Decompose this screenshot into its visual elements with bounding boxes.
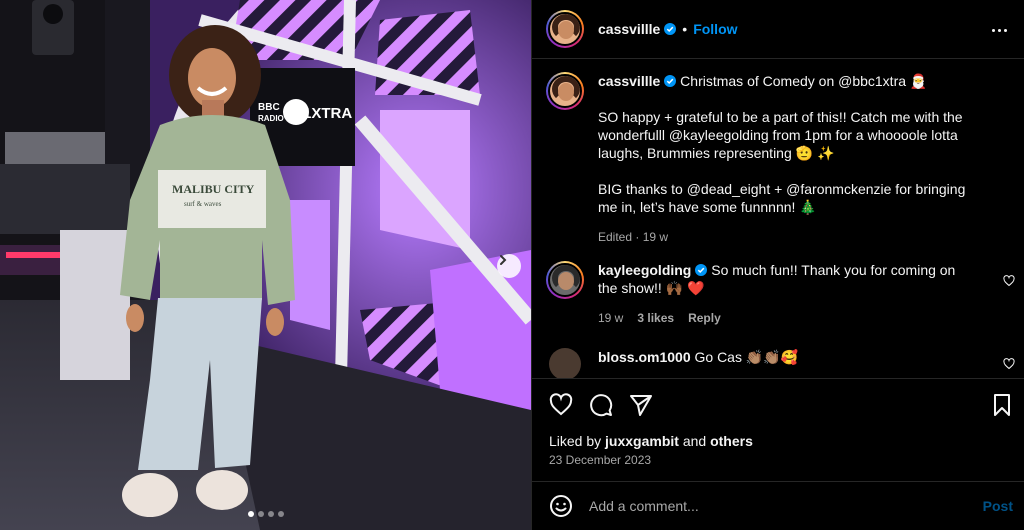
liked-by-others[interactable]: others: [710, 433, 753, 449]
shirt-print-line1: MALIBU CITY: [172, 182, 255, 196]
verified-badge-icon: [664, 23, 677, 35]
follow-button[interactable]: Follow: [693, 21, 737, 37]
post-comment-button[interactable]: Post: [983, 498, 1013, 514]
carousel-indicator: [0, 511, 531, 517]
separator-dot: •: [682, 21, 688, 37]
comment-username[interactable]: kayleegolding: [598, 262, 691, 278]
comment-input[interactable]: [589, 498, 959, 514]
bookmark-icon[interactable]: [990, 393, 1014, 417]
comment-body: Go Cas 👏🏽👏🏽🥰: [694, 349, 799, 365]
comment-like-heart-icon[interactable]: [1003, 275, 1015, 287]
carousel-dot: [267, 511, 274, 517]
post-date: 23 December 2023: [549, 453, 652, 467]
heart-icon[interactable]: [549, 393, 573, 417]
caption-entry: cassvillle Christmas of Comedy on @bbc1x…: [546, 72, 988, 246]
next-image-button[interactable]: [497, 254, 521, 278]
add-comment-bar: Post: [532, 481, 1024, 530]
comment-age: 19 w: [598, 311, 624, 325]
commenter-avatar[interactable]: [546, 261, 584, 299]
liked-by-user[interactable]: juxxgambit: [605, 433, 679, 449]
sign-station: 1XTRA: [303, 105, 352, 122]
more-options-icon[interactable]: [987, 18, 1011, 42]
carousel-dot: [247, 511, 254, 517]
caption-meta: Edited · 19 w: [598, 230, 669, 244]
comment-likes[interactable]: 3 likes: [637, 311, 674, 325]
comment-like-heart-icon[interactable]: [1003, 358, 1015, 370]
shirt-print-line2: surf & waves: [184, 200, 222, 208]
caption-username[interactable]: cassvillle: [598, 73, 660, 89]
action-bar: [532, 378, 1024, 430]
comments-list[interactable]: cassvillle Christmas of Comedy on @bbc1x…: [532, 60, 1024, 378]
comment-username[interactable]: bloss.om1000: [598, 349, 691, 365]
commenter-avatar[interactable]: [549, 348, 581, 378]
comment-item: kayleegolding So much fun!! Thank you fo…: [546, 261, 978, 327]
verified-badge-icon: [664, 75, 677, 87]
post-details-panel: cassvillle • Follow cassvillle Christmas…: [531, 0, 1024, 530]
caption-body: Christmas of Comedy on @bbc1xtra 🎅 SO ha…: [598, 73, 966, 215]
verified-badge-icon: [695, 264, 708, 276]
author-username[interactable]: cassvillle: [598, 21, 660, 37]
sign-radio: RADIO: [258, 114, 284, 123]
sign-bbc: BBC: [258, 102, 280, 113]
liked-by-prefix: Liked by: [549, 433, 602, 449]
studio-photo-illustration: BBC RADIO 1XTRA MALIBU CITY surf & waves: [0, 0, 531, 530]
comment-meta: 19 w 3 likes Reply: [598, 309, 978, 327]
liked-by: Liked by juxxgambit and others: [549, 433, 753, 449]
post-photo: BBC RADIO 1XTRA MALIBU CITY surf & waves: [0, 0, 531, 530]
reply-button[interactable]: Reply: [688, 311, 721, 325]
caption-text: cassvillle Christmas of Comedy on @bbc1x…: [598, 72, 988, 216]
comment-item: bloss.om1000 Go Cas 👏🏽👏🏽🥰: [546, 348, 978, 378]
liked-by-and: and: [682, 433, 707, 449]
author-avatar[interactable]: [546, 10, 584, 48]
author-avatar[interactable]: [546, 72, 584, 110]
carousel-dot: [257, 511, 264, 517]
post-header: cassvillle • Follow: [532, 0, 1024, 59]
share-icon[interactable]: [629, 393, 653, 417]
carousel-dot: [277, 511, 284, 517]
emoji-icon[interactable]: [549, 494, 573, 518]
comment-text: kayleegolding So much fun!! Thank you fo…: [598, 261, 978, 297]
comment-icon[interactable]: [589, 393, 613, 417]
chevron-right-icon: [500, 255, 507, 265]
comment-text: bloss.om1000 Go Cas 👏🏽👏🏽🥰: [598, 348, 978, 366]
